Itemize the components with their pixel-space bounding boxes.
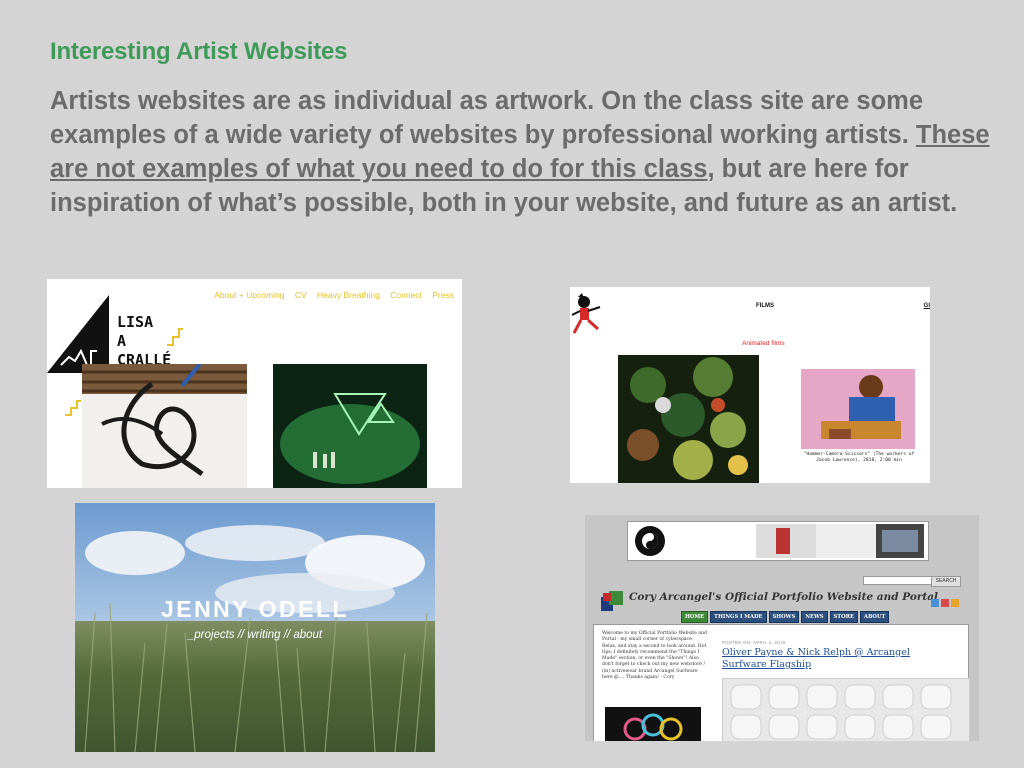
cory-search-input[interactable]: [863, 576, 933, 585]
lisa-artwork-rope: [82, 364, 247, 488]
lisa-nav-item: Connect: [390, 290, 422, 300]
slide-title: Interesting Artist Websites: [50, 38, 348, 65]
film-still-workers: [801, 369, 915, 449]
cory-post-image: [722, 678, 970, 741]
films-header-right: GI: [923, 303, 930, 309]
social-icons: [931, 599, 959, 607]
yellow-zigzag-icon: [167, 328, 183, 346]
lisa-logo-text: LISA A CRALLÉ: [117, 313, 171, 370]
cory-site-title: Cory Arcangel's Official Portfolio Websi…: [629, 591, 939, 603]
cory-search-button[interactable]: SEARCH: [931, 576, 961, 587]
body-text-part: Artists websites are as individual as ar…: [50, 87, 924, 149]
film-caption: "Hammer-Camera-Scissors" (The workers of…: [803, 452, 915, 463]
lisa-logo-line: A: [117, 332, 127, 350]
yellow-zigzag-icon: [65, 400, 81, 416]
slide-body: Artists websites are as individual as ar…: [50, 84, 990, 220]
cory-content-panel: Welcome to my Official Portfolio Website…: [593, 624, 970, 741]
lisa-nav: About + Upcoming CV Heavy Breathing Conn…: [206, 290, 454, 300]
lisa-nav-item: CV: [294, 290, 307, 300]
cory-welcome-text: Welcome to my Official Portfolio Website…: [602, 631, 707, 681]
cory-thumbnail: [605, 707, 701, 741]
cory-nav-tabs: HOME THINGS I MADE SHOWS NEWS STORE ABOU…: [681, 611, 890, 623]
lisa-nav-item: Press: [432, 290, 454, 300]
tab-home[interactable]: HOME: [681, 611, 709, 623]
tab-things-i-made[interactable]: THINGS I MADE: [710, 611, 767, 623]
jenny-odell-website-screenshot: JENNY ODELL _projects // writing // abou…: [75, 503, 435, 752]
cory-arcangel-website-screenshot: SEARCH Cory Arcangel's Official Portfoli…: [585, 515, 979, 741]
lisa-nav-item: Heavy Breathing: [317, 290, 380, 300]
jenny-nav-links: _projects // writing // about: [187, 629, 323, 641]
tab-shows[interactable]: SHOWS: [768, 611, 800, 623]
cory-post-date: POSTED ON: APRIL 3, 2019: [722, 640, 786, 645]
tab-store[interactable]: STORE: [829, 611, 858, 623]
lisa-logo-triangle: [47, 295, 109, 373]
dancing-figure-icon: [571, 293, 601, 334]
films-website-screenshot: FILMS GI Animated films "Hammer-Camera-S…: [570, 287, 930, 483]
lisa-logo-line: LISA: [117, 313, 154, 331]
lisa-website-screenshot: About + Upcoming CV Heavy Breathing Conn…: [47, 279, 462, 488]
cory-post-title-link[interactable]: Oliver Payne & Nick Relph @ Arcangel Sur…: [722, 647, 954, 671]
tab-about[interactable]: ABOUT: [859, 611, 890, 623]
cory-banner: [627, 521, 929, 561]
jenny-name-heading: JENNY ODELL: [160, 596, 350, 622]
lisa-nav-item: About + Upcoming: [214, 290, 285, 300]
tab-news[interactable]: NEWS: [801, 611, 828, 623]
films-subheading: Animated films: [742, 340, 785, 347]
lisa-artwork-stage: [273, 364, 427, 488]
film-still-jungle: [618, 355, 759, 483]
cory-logo-squares-icon: [601, 591, 623, 611]
films-header: FILMS: [756, 303, 774, 309]
